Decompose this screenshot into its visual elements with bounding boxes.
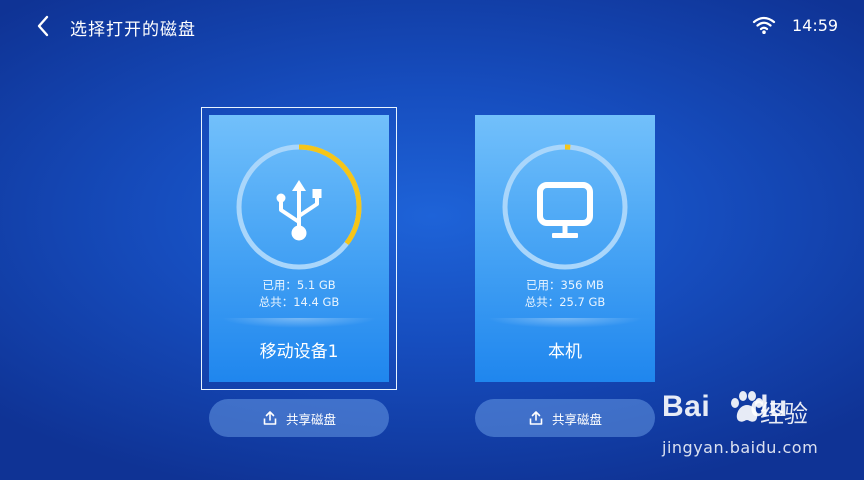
share-button-label: 共享磁盘 xyxy=(551,411,602,427)
page-title: 选择打开的磁盘 xyxy=(70,20,196,40)
disk-name: 本机 xyxy=(548,342,582,362)
share-disk-button-usb[interactable]: 共享磁盘 xyxy=(209,399,389,437)
back-button[interactable] xyxy=(30,12,56,40)
usage-ring xyxy=(502,144,628,270)
used-space-label: 已用：5.1 GB xyxy=(262,278,336,292)
disk-name: 移动设备1 xyxy=(259,342,339,362)
wifi-icon xyxy=(752,16,776,34)
usage-ring xyxy=(236,144,362,270)
ring-track xyxy=(502,144,628,270)
clock: 14:59 xyxy=(792,16,839,35)
chevron-left-icon xyxy=(37,15,49,37)
monitor-icon xyxy=(537,182,593,238)
share-button-label: 共享磁盘 xyxy=(285,411,336,427)
top-bar: 选择打开的磁盘 14:59 xyxy=(0,0,864,54)
card-divider xyxy=(221,318,377,328)
total-space-label: 总共：25.7 GB xyxy=(524,295,606,309)
baidu-jingyan-watermark: Bai du 经验 jingyan.baidu.com xyxy=(662,386,862,466)
total-space-label: 总共：14.4 GB xyxy=(258,295,340,309)
usb-icon xyxy=(276,180,322,241)
share-upload-icon xyxy=(529,411,543,425)
disk-card-local[interactable]: 已用：356 MB 总共：25.7 GB 本机 xyxy=(475,115,655,382)
watermark-url: jingyan.baidu.com xyxy=(662,438,819,457)
share-upload-icon xyxy=(263,411,277,425)
share-disk-button-local[interactable]: 共享磁盘 xyxy=(475,399,655,437)
watermark-suffix: 经验 xyxy=(760,400,808,428)
card-divider xyxy=(487,318,643,328)
disk-card-usb[interactable]: 已用：5.1 GB 总共：14.4 GB 移动设备1 xyxy=(201,107,397,390)
used-space-label: 已用：356 MB xyxy=(526,278,604,292)
